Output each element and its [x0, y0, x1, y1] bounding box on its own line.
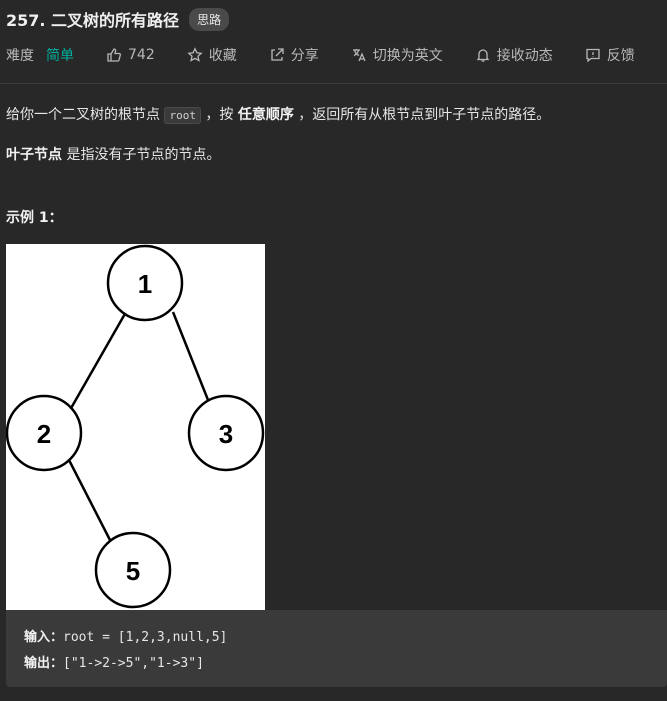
tree-node: 1 — [106, 244, 184, 322]
notify-label: 接收动态 — [496, 48, 553, 64]
meta-toolbar: 难度 简单 742 收藏 分享 切换为英文 接收动态 反馈 — [6, 44, 667, 66]
desc-text: ，按 — [200, 107, 238, 123]
share-label: 分享 — [290, 48, 319, 64]
example-output: 输出：["1->2->5","1->3"] — [24, 652, 204, 671]
like-count: 742 — [128, 47, 155, 63]
tree-edge — [171, 311, 214, 411]
tree-node: 2 — [6, 394, 83, 472]
node-label: 2 — [37, 419, 51, 449]
notify-button[interactable]: 接收动态 — [475, 45, 553, 65]
difficulty-label: 难度 — [6, 48, 34, 64]
desc-bold: 任意顺序 — [237, 107, 294, 123]
desc-text: 给你一个二叉树的根节点 — [6, 107, 165, 123]
desc-text: ，返回所有从根节点到叶子节点的路径。 — [293, 107, 551, 123]
node-label: 3 — [219, 419, 233, 449]
tree-diagram: 1 2 3 5 — [6, 244, 265, 610]
node-label: 1 — [138, 269, 152, 299]
tree-node: 3 — [187, 394, 265, 472]
output-label: 输出： — [24, 656, 64, 671]
tree-edge — [68, 311, 128, 411]
problem-description: 给你一个二叉树的根节点 root ，按 任意顺序 ，返回所有从根节点到叶子节点的… — [6, 104, 661, 127]
translate-label: 切换为英文 — [372, 48, 443, 64]
favorite-button[interactable]: 收藏 — [187, 45, 237, 65]
feedback-icon — [585, 47, 601, 63]
favorite-label: 收藏 — [208, 48, 237, 64]
problem-title: 257. 二叉树的所有路径 — [6, 11, 180, 30]
bell-icon — [475, 47, 491, 63]
like-button[interactable]: 742 — [106, 47, 155, 63]
input-label: 输入： — [24, 630, 64, 645]
inline-code-root: root — [164, 107, 201, 124]
thumbs-up-icon — [106, 47, 122, 63]
input-value: root = [1,2,3,null,5] — [63, 630, 228, 645]
share-button[interactable]: 分享 — [269, 45, 319, 65]
leaf-term: 叶子节点 — [6, 147, 62, 163]
output-value: ["1->2->5","1->3"] — [63, 656, 204, 671]
feedback-button[interactable]: 反馈 — [585, 45, 635, 65]
star-icon — [187, 47, 203, 63]
translate-icon — [351, 47, 367, 63]
translate-button[interactable]: 切换为英文 — [351, 45, 443, 65]
feedback-label: 反馈 — [606, 48, 635, 64]
example-title: 示例 1： — [6, 210, 63, 226]
difficulty-value: 简单 — [46, 48, 74, 64]
share-icon — [269, 47, 285, 63]
header-divider — [0, 83, 667, 84]
difficulty: 难度 简单 — [6, 45, 74, 65]
solution-badge[interactable]: 思路 — [189, 7, 230, 31]
leaf-definition: 叶子节点 是指没有子节点的节点。 — [6, 144, 220, 166]
example-input: 输入：root = [1,2,3,null,5] — [24, 626, 227, 645]
tree-edge — [67, 459, 113, 543]
tree-node: 5 — [94, 531, 172, 609]
problem-header: 257. 二叉树的所有路径 思路 — [6, 6, 230, 32]
example-io-block: 输入：root = [1,2,3,null,5] 输出：["1->2->5","… — [6, 610, 667, 687]
leaf-text: 是指没有子节点的节点。 — [62, 147, 221, 163]
node-label: 5 — [126, 556, 140, 586]
